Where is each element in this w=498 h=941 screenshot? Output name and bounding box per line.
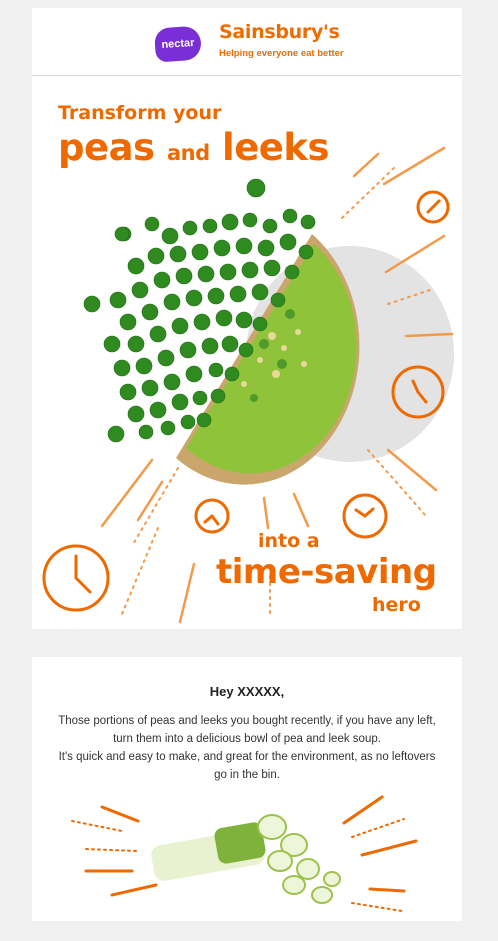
hero-headline-line1: Transform your	[58, 102, 222, 124]
clock-icon	[342, 493, 388, 539]
hero-word-peas: peas	[58, 126, 155, 169]
message-body: Those portions of peas and leeks you bou…	[52, 712, 442, 784]
nectar-label: nectar	[161, 36, 195, 52]
clock-icon	[416, 190, 450, 224]
brand-name[interactable]: Sainsbury's	[219, 21, 340, 43]
brand-tagline: Helping everyone eat better	[219, 48, 344, 59]
hero-headline-line2: peas and leeks	[58, 126, 330, 169]
leek-illustration	[71, 795, 418, 912]
nectar-logo-icon[interactable]: nectar	[153, 25, 203, 63]
email-header: nectar Sainsbury's Helping everyone eat …	[32, 8, 462, 76]
message-card: Hey XXXXX, Those portions of peas and le…	[32, 657, 462, 921]
greeting: Hey XXXXX,	[209, 684, 285, 699]
hero-word-leeks: leeks	[222, 126, 330, 169]
clock-icon	[42, 544, 110, 612]
clock-icon	[194, 498, 230, 534]
leek-stalk	[151, 822, 266, 881]
message-paragraph-1: Those portions of peas and leeks you bou…	[58, 715, 436, 745]
hero-subline-time-saving: time-saving	[216, 552, 437, 592]
message-paragraph-2: It's quick and easy to make, and great f…	[58, 751, 436, 781]
leek-slices	[257, 814, 341, 904]
hero-subline-into-a: into a	[258, 530, 320, 552]
hero-banner[interactable]: Transform your peas and leeks into a tim…	[32, 76, 462, 629]
hero-subline-hero: hero	[372, 594, 421, 616]
hero-word-and: and	[166, 141, 210, 165]
